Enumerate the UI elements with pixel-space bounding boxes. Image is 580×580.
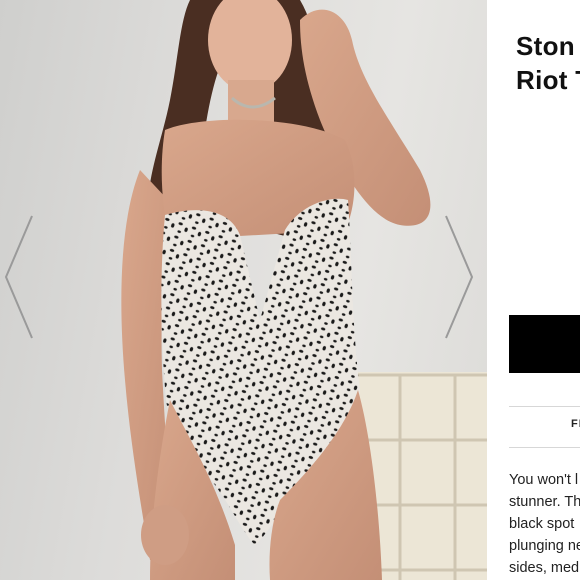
details-divider-bottom [509, 447, 580, 448]
product-title-line-2: Riot T [516, 65, 580, 95]
next-image-button[interactable] [442, 212, 476, 342]
product-image-gallery [0, 0, 487, 580]
panel-gutter [487, 0, 509, 580]
description-line: plunging ne [509, 538, 580, 554]
product-info-panel: Ston Riot T FI You won't l stunner. Th b… [509, 0, 580, 580]
details-divider-top [509, 406, 580, 407]
add-to-bag-button[interactable] [509, 315, 580, 373]
description-line: stunner. Th [509, 494, 580, 510]
previous-image-button[interactable] [2, 212, 36, 342]
product-photo [121, 0, 487, 580]
tab-details[interactable]: FI [571, 418, 580, 430]
description-line: sides, med [509, 560, 580, 576]
chevron-right-icon [445, 215, 474, 339]
description-line: black spot [509, 516, 575, 532]
product-description: You won't l stunner. Th black spot plung… [509, 469, 580, 579]
description-line: You won't l [509, 472, 579, 488]
chevron-left-icon [4, 215, 33, 339]
product-title-line-1: Ston [516, 31, 575, 61]
